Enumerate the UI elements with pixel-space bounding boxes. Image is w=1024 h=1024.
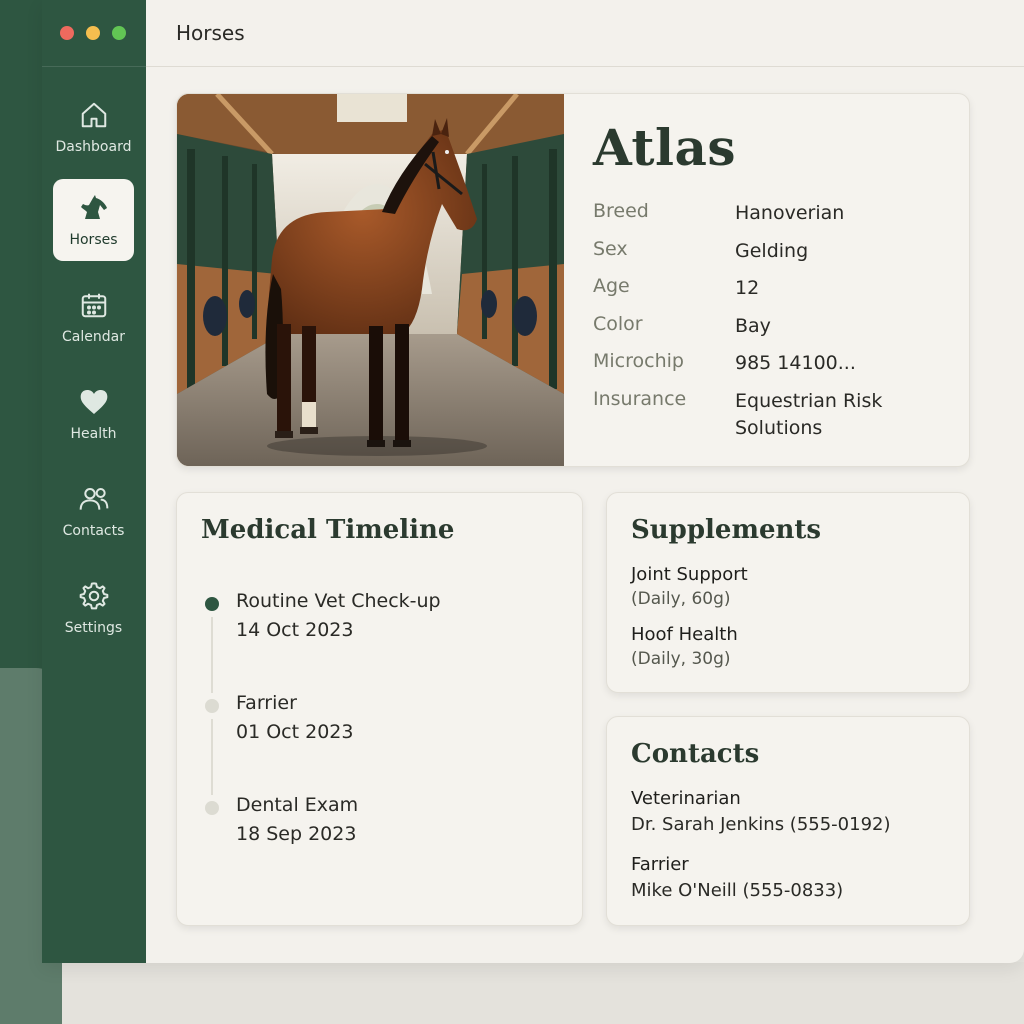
sidebar-item-label: Horses xyxy=(69,232,118,248)
sidebar-item-calendar[interactable]: Calendar xyxy=(53,276,134,358)
sidebar-item-health[interactable]: Health xyxy=(53,373,134,455)
timeline-event-title[interactable]: Dental Exam xyxy=(236,794,358,816)
contact-detail[interactable]: Dr. Sarah Jenkins (555-0192) xyxy=(631,814,891,835)
supplements-card: Supplements Joint Support (Daily, 60g) H… xyxy=(606,492,970,693)
contact-detail[interactable]: Mike O'Neill (555-0833) xyxy=(631,880,843,901)
sidebar-divider xyxy=(42,66,146,67)
people-icon xyxy=(78,483,110,515)
sidebar-item-label: Contacts xyxy=(62,523,125,539)
timeline-event-date: 01 Oct 2023 xyxy=(236,721,354,743)
attribute-row-microchip: Microchip 985 14100... xyxy=(593,350,856,377)
attribute-row-sex: Sex Gelding xyxy=(593,238,808,265)
attribute-row-color: Color Bay xyxy=(593,313,771,340)
timeline-dot-active xyxy=(205,597,219,611)
timeline-dot xyxy=(205,699,219,713)
medical-timeline-title: Medical Timeline xyxy=(201,515,455,545)
supplement-name: Joint Support xyxy=(631,564,748,585)
attribute-value: 12 xyxy=(735,277,760,299)
medical-timeline-card: Medical Timeline Routine Vet Check-up 14… xyxy=(176,492,583,926)
horse-photo xyxy=(177,94,564,466)
sidebar-item-label: Dashboard xyxy=(55,139,132,155)
calendar-icon xyxy=(78,289,110,321)
backdrop-bottom xyxy=(62,962,1024,1024)
horse-profile-card: Atlas Breed Hanoverian Sex Gelding Age 1… xyxy=(176,93,970,467)
app-window: Dashboard Horses Calendar Health Contact xyxy=(42,0,1024,963)
contacts-card: Contacts Veterinarian Dr. Sarah Jenkins … xyxy=(606,716,970,926)
close-window-button[interactable] xyxy=(60,26,74,40)
attribute-label: Age xyxy=(593,275,630,297)
attribute-row-breed: Breed Hanoverian xyxy=(593,200,844,227)
sidebar-item-label: Settings xyxy=(64,620,123,636)
topbar: Horses xyxy=(146,0,1024,67)
timeline-connector xyxy=(211,617,213,693)
timeline-event-date: 14 Oct 2023 xyxy=(236,619,354,641)
attribute-label: Microchip xyxy=(593,350,684,372)
timeline-event-title[interactable]: Routine Vet Check-up xyxy=(236,590,441,612)
supplement-detail: (Daily, 30g) xyxy=(631,649,731,669)
window-controls xyxy=(60,26,126,40)
attribute-value: Bay xyxy=(735,315,771,337)
timeline-event-date: 18 Sep 2023 xyxy=(236,823,357,845)
sidebar-item-settings[interactable]: Settings xyxy=(53,567,134,649)
maximize-window-button[interactable] xyxy=(112,26,126,40)
supplements-title: Supplements xyxy=(631,515,822,545)
attribute-label: Color xyxy=(593,313,643,335)
attribute-value: Hanoverian xyxy=(735,202,845,224)
minimize-window-button[interactable] xyxy=(86,26,100,40)
home-icon xyxy=(78,99,110,131)
attribute-label: Insurance xyxy=(593,388,687,410)
gear-icon xyxy=(78,580,110,612)
contact-role: Farrier xyxy=(631,854,689,875)
sidebar: Dashboard Horses Calendar Health Contact xyxy=(42,0,146,963)
supplement-detail: (Daily, 60g) xyxy=(631,589,731,609)
sidebar-item-horses[interactable]: Horses xyxy=(53,179,134,261)
contact-role: Veterinarian xyxy=(631,788,741,809)
heart-icon xyxy=(78,386,110,418)
sidebar-item-dashboard[interactable]: Dashboard xyxy=(53,86,134,168)
attribute-label: Breed xyxy=(593,200,649,222)
attribute-value: 985 14100... xyxy=(735,352,856,374)
contacts-title: Contacts xyxy=(631,739,760,769)
attribute-value: Equestrian Risk Solutions xyxy=(735,390,883,439)
sidebar-item-contacts[interactable]: Contacts xyxy=(53,470,134,552)
attribute-label: Sex xyxy=(593,238,628,260)
horse-name: Atlas xyxy=(593,118,737,177)
horse-icon xyxy=(78,192,110,224)
timeline-dot xyxy=(205,801,219,815)
sidebar-item-label: Health xyxy=(70,426,117,442)
attribute-row-age: Age 12 xyxy=(593,275,759,302)
attribute-row-insurance: Insurance Equestrian Risk Solutions xyxy=(593,388,935,442)
page-title: Horses xyxy=(176,21,245,45)
attribute-value: Gelding xyxy=(735,240,809,262)
timeline-connector xyxy=(211,719,213,795)
timeline-event-title[interactable]: Farrier xyxy=(236,692,297,714)
sidebar-item-label: Calendar xyxy=(62,329,125,345)
supplement-name: Hoof Health xyxy=(631,624,738,645)
